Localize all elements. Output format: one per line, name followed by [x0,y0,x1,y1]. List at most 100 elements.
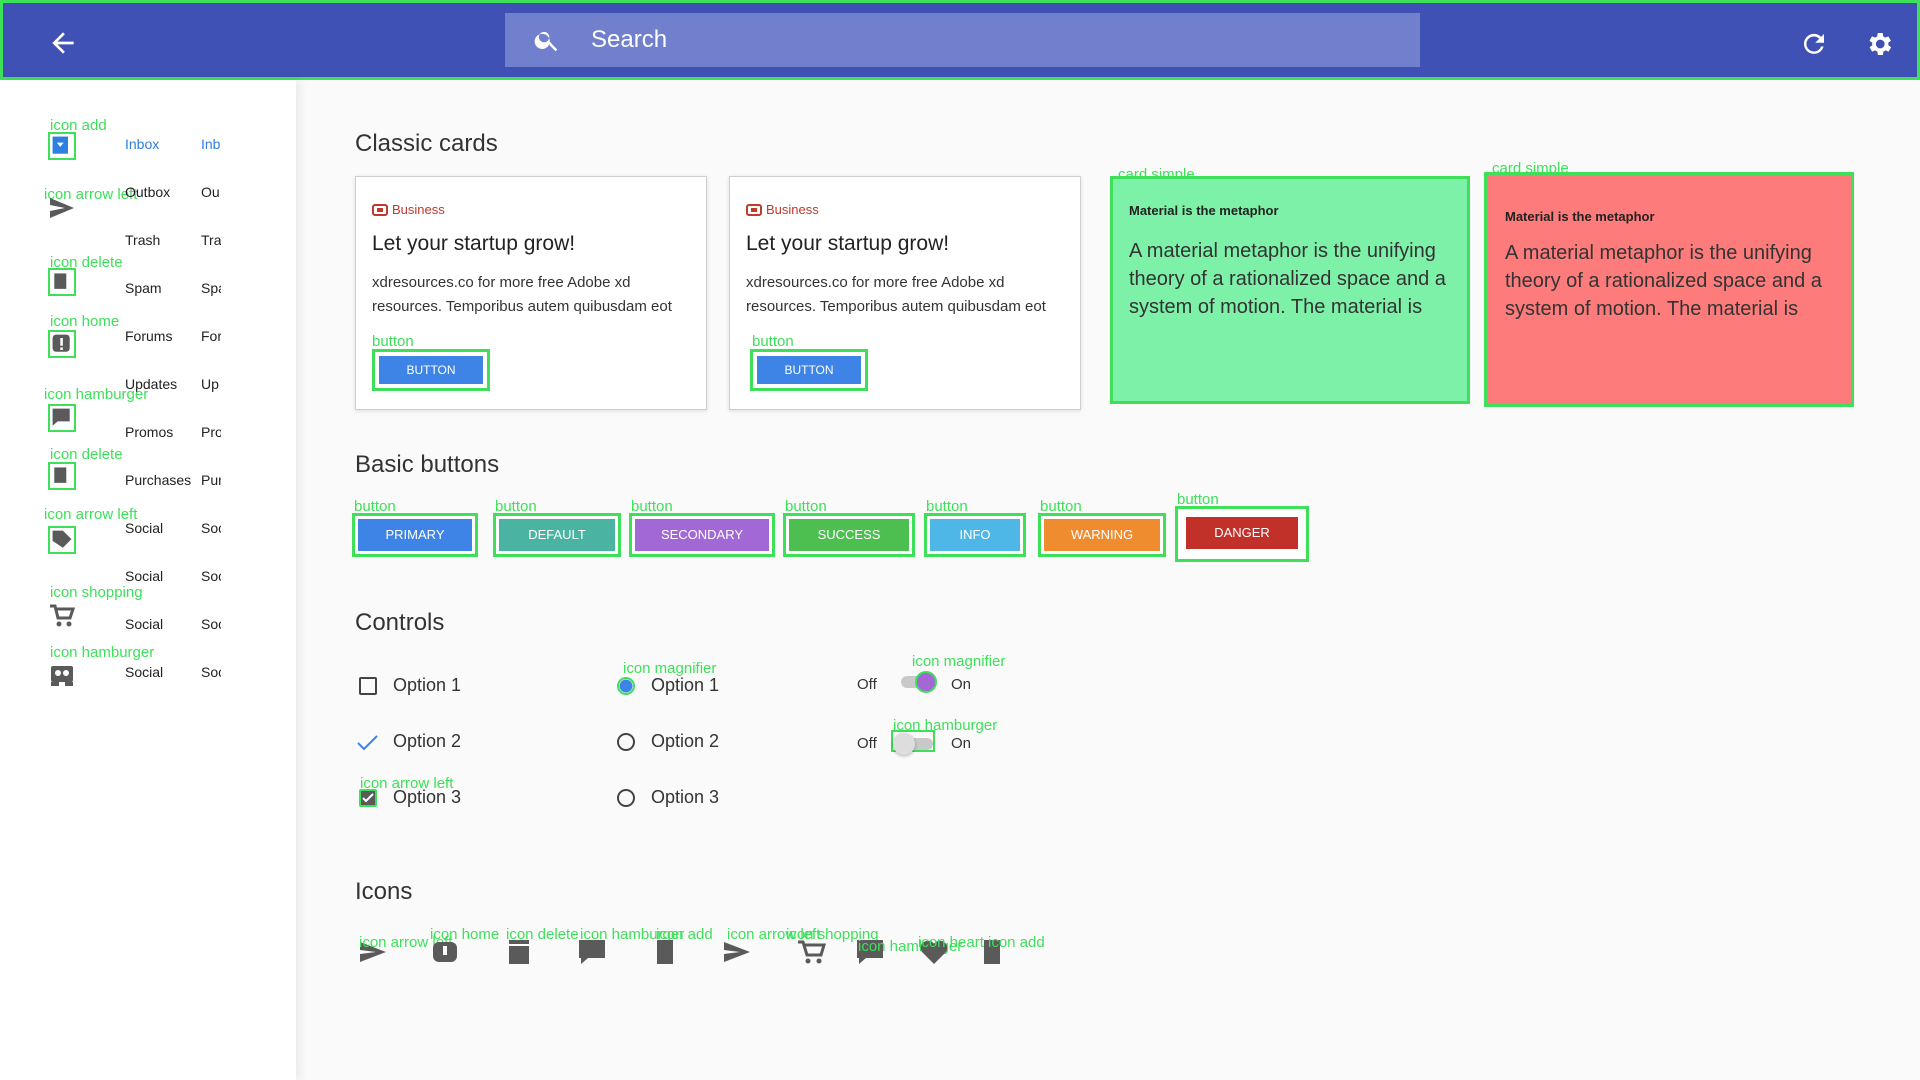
button-label: PRIMARY [358,519,472,551]
card-title: Let your startup grow! [372,232,576,255]
annotation-tag: button [752,333,794,350]
annotation-tag: button [372,333,414,350]
toggle-knob [915,671,937,693]
chat-icon [48,404,76,432]
simple-card-body: A material metaphor is the unifying theo… [1129,240,1446,318]
toggle-on-label: On [951,735,972,752]
sidebar-item-social[interactable]: Social Soc [0,554,296,602]
toggle-switch-on[interactable] [897,670,941,693]
info-button[interactable]: INFO [924,513,1026,557]
sidebar-item-label: Updates [125,376,178,392]
sidebar-item-label: Promos [125,424,174,440]
sidebar-item-short-label: For [201,328,221,344]
sidebar-item-spam[interactable]: icon delete Spam Spa [0,254,296,314]
sidebar-item-social[interactable]: icon hamburger Social Soc [0,644,296,698]
radio-option-2[interactable] [617,733,635,751]
sidebar-item-trash[interactable]: Trash Tra [0,218,296,266]
sidebar-item-label: Forums [125,328,173,344]
checkbox-option-3[interactable] [359,789,377,807]
delete-icon [48,268,76,296]
radio-label: Option 2 [651,731,720,751]
warning-button[interactable]: WARNING [1038,513,1166,557]
sidebar-item-short-label: Soc [201,568,221,584]
heart-icon[interactable] [918,936,950,968]
card-action-button[interactable]: BUTTON [750,349,868,391]
add-icon[interactable] [976,936,1008,968]
sidebar-item-purchases[interactable]: icon delete Purchases Pur [0,446,296,506]
sidebar-item-social[interactable]: icon shopping Social Soc [0,584,296,650]
arrow-left-icon[interactable] [721,936,753,968]
sidebar-item-label: Outbox [125,184,171,200]
section-title-buttons: Basic buttons [355,451,500,478]
default-button[interactable]: DEFAULT [493,513,621,557]
checkbox-label: Option 2 [393,731,462,751]
sidebar-item-forums[interactable]: icon home Forums For [0,313,296,362]
arrow-left-icon[interactable] [357,936,389,968]
navigation-sidebar: icon add Inbox Inb icon arrow left Outbo… [0,80,296,1080]
secondary-button[interactable]: SECONDARY [629,513,775,557]
radio-label: Option 3 [651,787,720,807]
shopping-icon[interactable] [795,936,827,968]
section-title-icons: Icons [355,878,413,905]
settings-gear-icon[interactable] [1864,29,1894,59]
sidebar-item-short-label: Pur [201,472,221,488]
success-button[interactable]: SUCCESS [783,513,915,557]
card-body: xdresources.co for more free Adobe xd re… [372,274,672,315]
radio-option-1[interactable] [617,677,635,695]
people-icon [51,666,73,686]
button-label: SUCCESS [789,519,909,551]
sidebar-item-short-label: Up [201,376,219,392]
toggle-switch-off[interactable] [891,730,935,755]
refresh-icon[interactable] [1799,29,1829,59]
button-label: WARNING [1044,519,1160,551]
search-bar[interactable] [505,13,1420,67]
business-icon [746,203,762,216]
button-label: SECONDARY [635,519,769,551]
card-category: Business [372,202,445,217]
sidebar-item-short-label: Soc [201,664,221,680]
radio-label: Option 1 [651,675,720,695]
alert-icon [48,330,76,358]
hamburger-icon[interactable] [854,936,886,968]
toggle-knob [893,733,915,755]
section-title-cards: Classic cards [355,130,498,157]
check-icon [362,793,374,803]
toggle-off-label: Off [857,676,877,693]
card-action-label: BUTTON [757,356,861,384]
sidebar-item-updates[interactable]: Updates Up [0,362,296,410]
hamburger-icon[interactable] [576,936,608,968]
search-input[interactable] [591,13,1391,67]
card-action-button[interactable]: BUTTON [372,349,490,391]
sidebar-item-label: Purchases [125,472,192,488]
checkbox-label: Option 1 [393,675,462,695]
button-label: DEFAULT [499,519,615,551]
back-arrow-icon[interactable] [47,27,79,59]
sidebar-item-short-label: Ou [201,184,220,200]
sidebar-item-social[interactable]: icon arrow left Social Soc [0,506,296,554]
sidebar-item-outbox[interactable]: icon arrow left Outbox Ou [0,170,296,218]
inbox-icon [48,132,76,160]
simple-card[interactable]: Material is the metaphor A material meta… [1110,176,1470,404]
simple-card-title: Material is the metaphor [1129,203,1279,218]
sidebar-item-short-label: Inb [201,136,221,152]
sidebar-item-short-label: Spa [201,280,221,296]
checkbox-label: Option 3 [393,787,462,807]
checkmark-icon[interactable] [355,731,379,755]
sidebar-item-promos[interactable]: icon hamburger Promos Pro [0,386,296,458]
button-label: DANGER [1186,517,1298,549]
sidebar-item-label: Social [125,616,164,632]
simple-card[interactable]: Material is the metaphor A material meta… [1484,172,1854,407]
primary-button[interactable]: PRIMARY [352,513,478,557]
radio-option-3[interactable] [617,789,635,807]
danger-button[interactable]: DANGER [1175,506,1309,562]
sidebar-item-inbox[interactable]: icon add Inbox Inb [0,117,296,170]
annotation-tag: icon magnifier [912,653,1006,670]
checkbox-option-1[interactable] [359,677,377,695]
toggle-off-label: Off [857,735,877,752]
annotation-tag: icon home [50,313,120,330]
delete-icon [48,462,76,490]
add-icon[interactable] [649,936,681,968]
home-icon[interactable] [429,936,461,968]
delete-icon[interactable] [503,936,535,968]
sidebar-item-label: Trash [125,232,161,248]
